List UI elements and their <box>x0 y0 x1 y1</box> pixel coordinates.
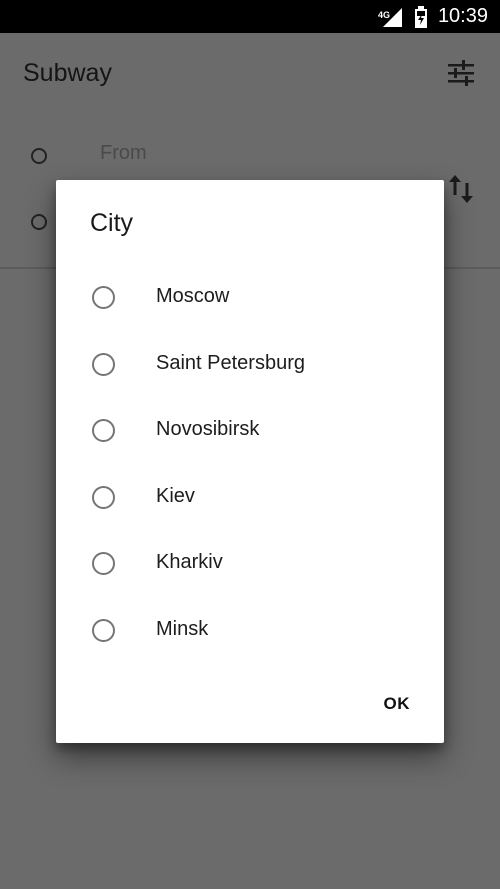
app-bar: Subway <box>0 33 500 113</box>
city-option[interactable]: Moscow <box>56 266 444 333</box>
tune-icon[interactable] <box>446 60 476 86</box>
battery-icon <box>414 5 428 28</box>
status-icons: 4G 10:39 <box>377 0 488 33</box>
city-option-label: Minsk <box>156 617 209 640</box>
signal-icon: 4G <box>377 6 404 28</box>
radio-button[interactable] <box>92 286 115 309</box>
status-bar: 4G 10:39 <box>0 0 500 33</box>
city-option-label: Kharkiv <box>156 551 223 574</box>
clock: 10:39 <box>437 5 488 27</box>
ok-button[interactable]: OK <box>378 688 417 720</box>
city-option-label: Kiev <box>156 484 195 507</box>
city-options: Moscow Saint Petersburg Novosibirsk Kiev… <box>56 266 444 666</box>
city-option[interactable]: Saint Petersburg <box>56 333 444 400</box>
city-option-label: Moscow <box>156 285 230 307</box>
radio-button[interactable] <box>92 618 115 642</box>
city-option[interactable]: Kharkiv <box>56 532 444 599</box>
dialog-title: City <box>90 209 134 237</box>
city-option[interactable]: Minsk <box>56 599 444 666</box>
from-field[interactable]: From <box>100 142 147 165</box>
city-option-label: Saint Petersburg <box>156 351 305 374</box>
city-option[interactable]: Novosibirsk <box>56 399 444 466</box>
swap-vertical-icon[interactable] <box>449 175 473 203</box>
city-option[interactable]: Kiev <box>56 466 444 533</box>
radio-button[interactable] <box>92 485 115 509</box>
to-dot-icon <box>31 214 47 230</box>
radio-button[interactable] <box>92 419 115 443</box>
app-title: Subway <box>23 59 112 87</box>
network-type: 4G <box>377 9 390 20</box>
city-dialog: City Moscow Saint Petersburg Novosibirsk… <box>56 180 444 743</box>
from-dot-icon <box>31 148 47 164</box>
radio-button[interactable] <box>92 552 115 576</box>
city-option-label: Novosibirsk <box>156 418 260 441</box>
radio-button[interactable] <box>92 352 115 376</box>
